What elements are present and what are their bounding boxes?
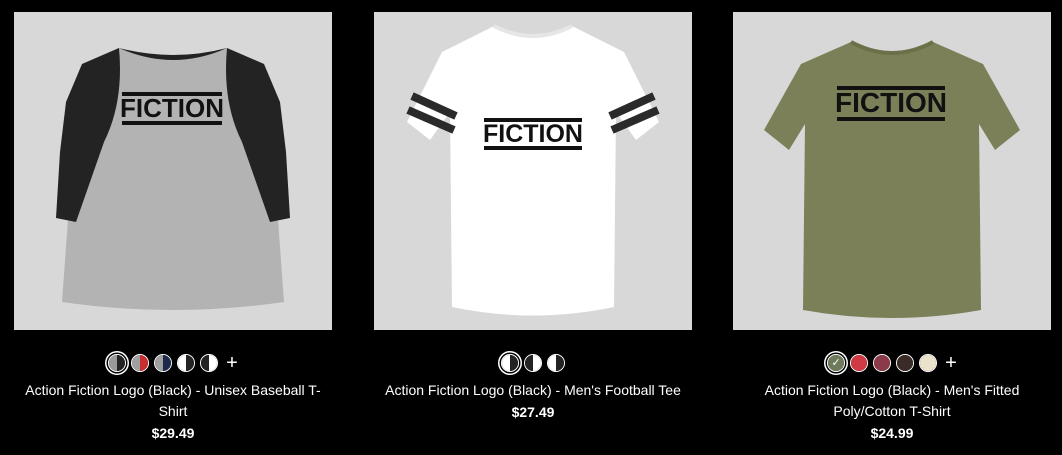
swatch-right-half xyxy=(186,355,195,371)
product-image[interactable]: FICTION xyxy=(374,12,692,330)
product-title[interactable]: Action Fiction Logo (Black) - Unisex Bas… xyxy=(14,380,332,422)
swatch-left-half xyxy=(109,355,118,371)
swatch-left-half xyxy=(851,355,860,371)
product-image[interactable]: FICTION xyxy=(733,12,1051,330)
swatch-color-3[interactable] xyxy=(873,354,892,372)
swatch-left-half xyxy=(525,355,533,371)
swatch-left-half xyxy=(920,355,929,371)
color-swatches: ✓ + xyxy=(733,353,1051,373)
fitted-tee-illustration: FICTION xyxy=(764,40,1020,318)
logo-bottom-bar xyxy=(122,121,222,125)
swatch-right-half xyxy=(510,355,518,371)
swatch-color-5[interactable] xyxy=(200,354,219,372)
swatch-right-half xyxy=(928,355,937,371)
product-title[interactable]: Action Fiction Logo (Black) - Men's Fitt… xyxy=(733,380,1051,422)
swatch-right-half xyxy=(140,355,149,371)
logo-text: FICTION xyxy=(835,87,947,118)
product-price: $29.49 xyxy=(151,425,195,441)
shirt-body xyxy=(407,26,659,316)
swatch-color-1[interactable] xyxy=(501,354,519,372)
product-card-baseball-tee[interactable]: FICTION + Action Fiction Logo (Black) - … xyxy=(14,12,332,444)
swatch-color-4[interactable] xyxy=(177,354,196,372)
swatch-right-half xyxy=(209,355,218,371)
product-card-fitted-tee[interactable]: FICTION ✓ + Action Fiction Logo (Black) … xyxy=(733,12,1051,444)
baseball-tee-illustration: FICTION xyxy=(56,48,290,310)
swatch-left-half xyxy=(874,355,883,371)
product-image[interactable]: FICTION xyxy=(14,12,332,330)
logo-text: FICTION xyxy=(483,120,583,148)
product-card-football-tee[interactable]: FICTION Action Fiction Logo (Black) - Me… xyxy=(374,12,692,423)
swatch-left-half xyxy=(155,355,164,371)
swatch-right-half xyxy=(905,355,914,371)
swatch-right-half xyxy=(117,355,126,371)
swatch-right-half xyxy=(859,355,868,371)
more-colors-plus-icon[interactable]: + xyxy=(945,353,957,373)
swatch-right-half xyxy=(163,355,172,371)
color-swatches: + xyxy=(14,353,332,373)
swatch-color-1[interactable]: ✓ xyxy=(827,354,846,372)
product-title[interactable]: Action Fiction Logo (Black) - Men's Foot… xyxy=(374,380,692,401)
swatch-right-half xyxy=(556,355,564,371)
selected-check-icon: ✓ xyxy=(831,356,841,369)
logo-bottom-bar xyxy=(837,117,945,121)
swatch-color-2[interactable] xyxy=(850,354,869,372)
swatch-left-half xyxy=(897,355,906,371)
swatch-left-half xyxy=(502,355,510,371)
swatch-left-half xyxy=(548,355,556,371)
swatch-color-2[interactable] xyxy=(131,354,150,372)
swatch-color-1[interactable] xyxy=(108,354,127,372)
swatch-color-2[interactable] xyxy=(524,354,542,372)
swatch-left-half xyxy=(132,355,141,371)
shirt-body xyxy=(764,42,1020,318)
football-tee-illustration: FICTION xyxy=(406,24,660,316)
swatch-right-half xyxy=(533,355,541,371)
logo-bottom-bar xyxy=(484,146,582,150)
swatch-right-half xyxy=(882,355,891,371)
color-swatches xyxy=(374,353,692,373)
logo-text: FICTION xyxy=(120,93,224,123)
product-price: $24.99 xyxy=(870,425,914,441)
swatch-color-4[interactable] xyxy=(896,354,915,372)
swatch-left-half xyxy=(178,355,187,371)
more-colors-plus-icon[interactable]: + xyxy=(226,353,238,373)
product-price: $27.49 xyxy=(511,404,555,420)
swatch-color-5[interactable] xyxy=(919,354,938,372)
swatch-color-3[interactable] xyxy=(547,354,565,372)
swatch-color-3[interactable] xyxy=(154,354,173,372)
swatch-left-half xyxy=(201,355,210,371)
